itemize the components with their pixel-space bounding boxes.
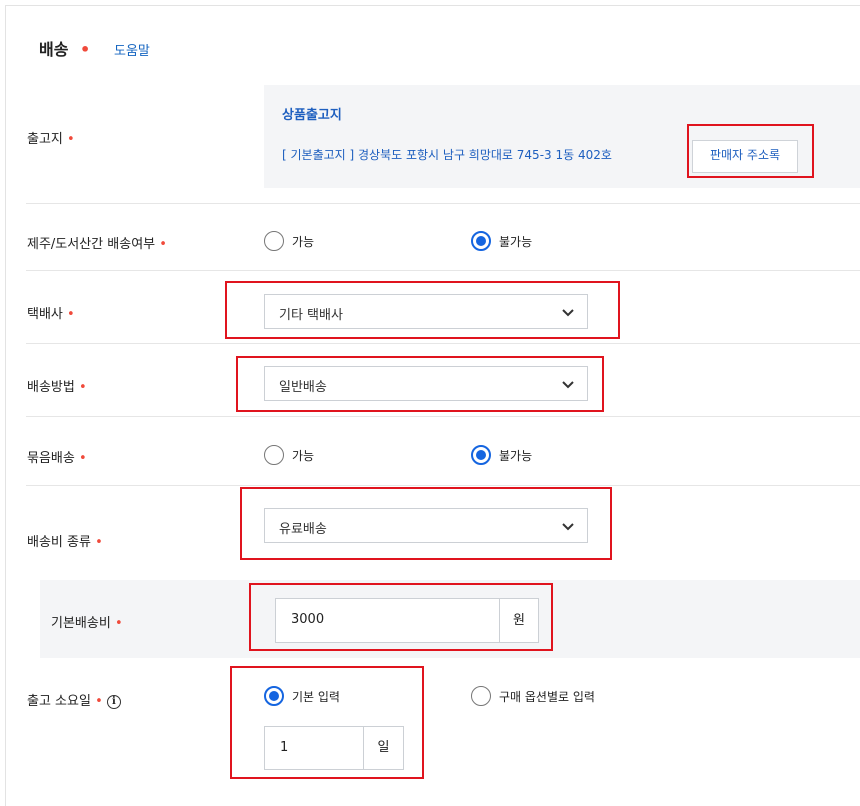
lead-time-unit: 일 [363,726,404,770]
divider [26,485,860,486]
jeju-option-possible[interactable]: 가능 [264,231,314,251]
jeju-label: 제주/도서산간 배송여부 • [27,237,167,252]
divider [26,416,860,417]
shipping-method-select[interactable]: 일반배송 [264,366,588,401]
base-fee-label: 기본배송비 • [51,616,123,631]
chevron-down-icon [562,309,574,317]
divider [26,343,860,344]
fee-type-select[interactable]: 유료배송 [264,508,588,543]
divider [26,203,860,204]
radio-checked-icon [471,445,491,465]
radio-checked-icon [471,231,491,251]
divider [26,270,860,271]
lead-time-label: 출고 소요일 • i [27,690,121,709]
courier-label: 택배사 • [27,307,75,322]
section-title: 배송 • [39,40,91,59]
base-fee-unit: 원 [499,598,539,643]
origin-label: 출고지 • [27,132,75,147]
radio-checked-icon [264,686,284,706]
origin-title: 상품출고지 [282,108,342,123]
jeju-option-impossible[interactable]: 불가능 [471,231,532,251]
chevron-down-icon [562,523,574,531]
method-label: 배송방법 • [27,380,87,395]
base-fee-input[interactable]: 3000 [275,598,500,643]
lead-time-option-per-option[interactable]: 구매 옵션별로 입력 [471,686,595,706]
bundle-option-possible[interactable]: 가능 [264,445,314,465]
chevron-down-icon [562,381,574,389]
info-icon[interactable]: i [106,694,121,709]
radio-unchecked-icon [264,231,284,251]
fee-type-label: 배송비 종류 • [27,535,103,550]
bundle-label: 묶음배송 • [27,451,87,466]
required-mark: • [80,40,91,59]
lead-time-option-default[interactable]: 기본 입력 [264,686,340,706]
lead-time-input[interactable]: 1 [264,726,364,770]
radio-unchecked-icon [264,445,284,465]
seller-address-book-button[interactable]: 판매자 주소록 [692,140,798,173]
help-link[interactable]: 도움말 [114,40,150,59]
origin-address: [ 기본출고지 ] 경상북도 포항시 남구 희망대로 745-3 1동 402호 [282,148,612,162]
radio-unchecked-icon [471,686,491,706]
courier-select[interactable]: 기타 택배사 [264,294,588,329]
bundle-option-impossible[interactable]: 불가능 [471,445,532,465]
